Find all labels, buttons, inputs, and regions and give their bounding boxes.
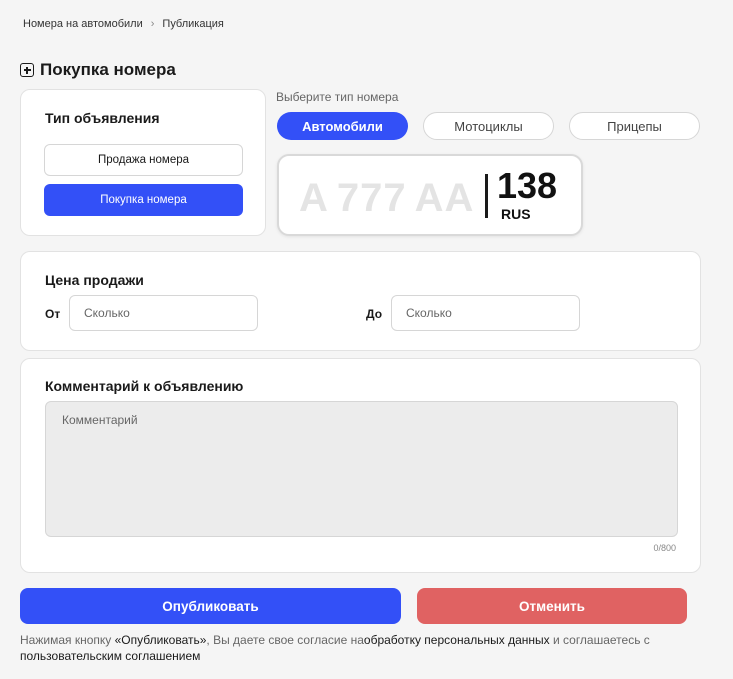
plate-letter: А: [299, 176, 329, 220]
consent-prefix: Нажимая кнопку: [20, 633, 115, 647]
comment-textarea[interactable]: [45, 401, 678, 537]
comment-char-counter: 0/800: [653, 543, 676, 553]
comment-heading: Комментарий к объявлению: [45, 378, 244, 394]
plate-digits: 777: [336, 176, 407, 220]
cancel-button[interactable]: Отменить: [417, 588, 687, 624]
consent-middle: , Вы даете свое согласие на: [206, 633, 364, 647]
page-title-text: Покупка номера: [40, 60, 176, 79]
comment-card: Комментарий к объявлению 0/800: [20, 358, 701, 573]
privacy-policy-link[interactable]: обработку персональных данных: [364, 633, 550, 647]
plus-square-icon: [20, 63, 34, 77]
buy-plate-button[interactable]: Покупка номера: [44, 184, 243, 216]
price-to-label: До: [366, 307, 383, 321]
page-title: Покупка номера: [20, 60, 176, 80]
consent-button-ref: «Опубликовать»: [114, 633, 207, 647]
consent-middle2: и соглашаетесь с: [549, 633, 650, 647]
price-from-label: От: [45, 307, 61, 321]
plate-number: А 777 АА: [299, 176, 474, 221]
tab-cars[interactable]: Автомобили: [277, 112, 408, 140]
chevron-right-icon: ›: [150, 18, 155, 30]
price-from-input[interactable]: [69, 295, 258, 331]
breadcrumb-item-publication: Публикация: [162, 18, 224, 30]
user-agreement-link[interactable]: пользовательским соглашением: [20, 649, 200, 663]
plate-country: RUS: [501, 206, 531, 222]
sell-plate-button[interactable]: Продажа номера: [44, 144, 243, 176]
plate-type-label: Выберите тип номера: [276, 90, 399, 104]
plate-region: 138: [497, 165, 558, 206]
tab-trailers[interactable]: Прицепы: [569, 112, 700, 140]
consent-text: Нажимая кнопку «Опубликовать», Вы даете …: [20, 632, 700, 664]
price-to-input[interactable]: [391, 295, 580, 331]
license-plate-preview: А 777 АА 138 RUS: [277, 154, 583, 236]
listing-type-card: Тип объявления Продажа номера Покупка но…: [20, 89, 266, 236]
plate-letters: АА: [414, 176, 475, 220]
tab-motorcycles[interactable]: Мотоциклы: [423, 112, 554, 140]
listing-type-heading: Тип объявления: [45, 110, 160, 126]
plate-divider: [485, 174, 488, 218]
publish-button[interactable]: Опубликовать: [20, 588, 401, 624]
breadcrumb: Номера на автомобили › Публикация: [23, 18, 224, 30]
price-card: Цена продажи От До: [20, 251, 701, 351]
price-heading: Цена продажи: [45, 272, 144, 288]
breadcrumb-item-plates[interactable]: Номера на автомобили: [23, 18, 143, 30]
